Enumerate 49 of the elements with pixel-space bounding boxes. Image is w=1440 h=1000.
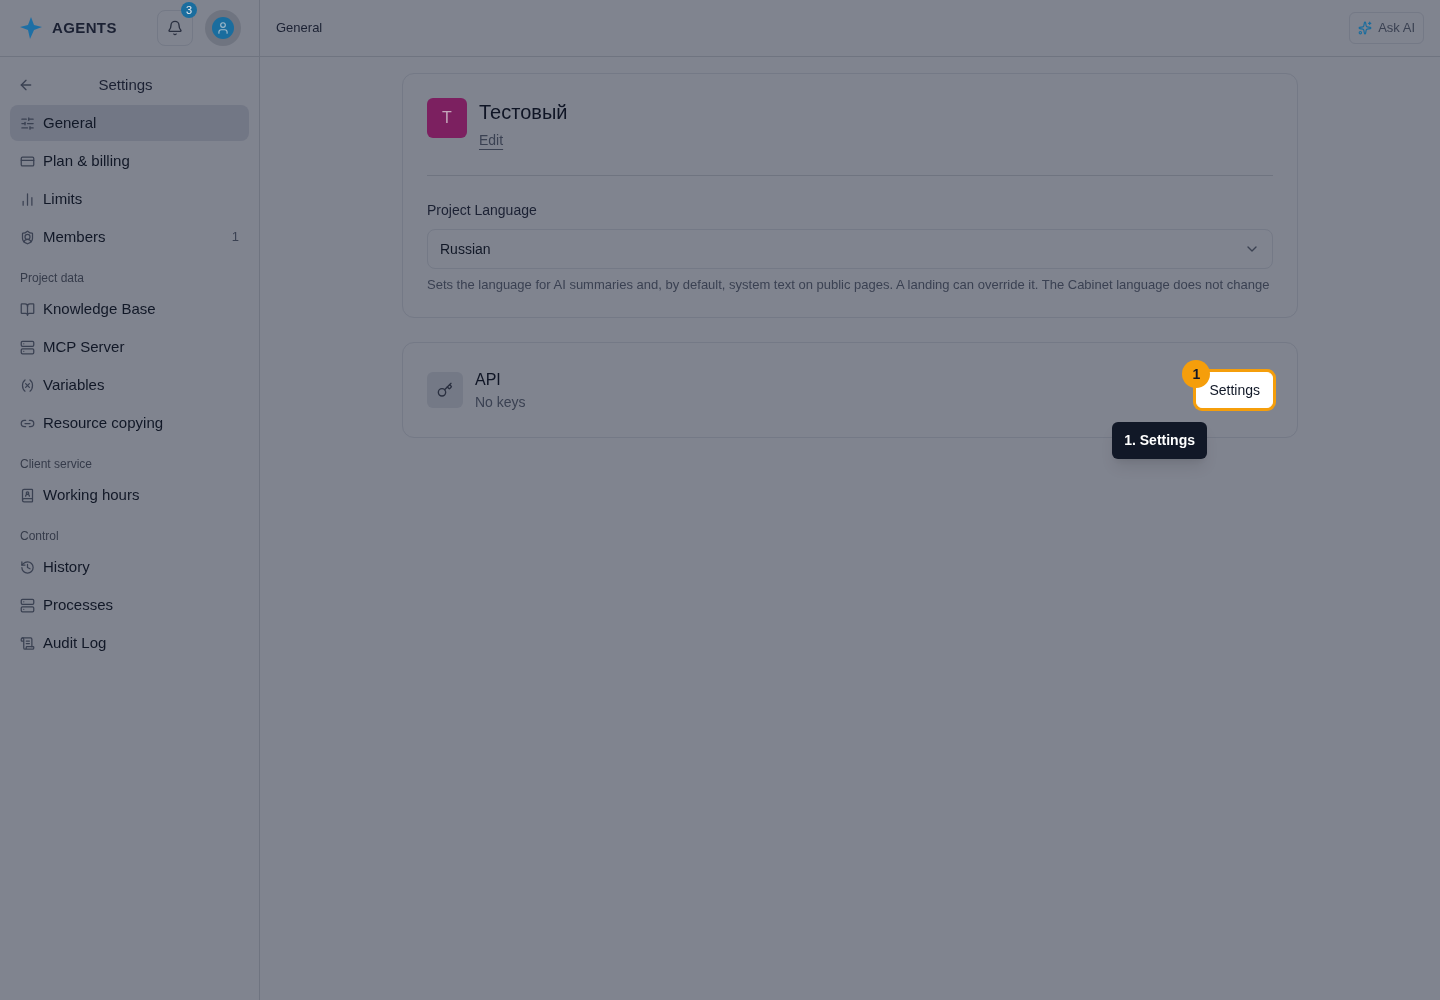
sidebar-item[interactable]: Plan & billing <box>10 143 249 179</box>
language-hint: Sets the language for AI summaries and, by default, system text on public pages. A landing can override it. The Cabinet language does not change <box>427 277 1271 293</box>
member-count: 1 <box>231 228 239 247</box>
sidebar-item[interactable]: Processes <box>10 587 249 623</box>
api-title: API <box>475 369 502 390</box>
sidebar-item[interactable]: Limits <box>10 181 249 217</box>
sidebar-item[interactable]: Members 1 <box>10 219 249 255</box>
bar-chart-icon <box>20 191 35 207</box>
tour-tooltip: 1. Settings <box>1112 422 1207 459</box>
sidebar-item[interactable]: Working hours <box>10 477 249 513</box>
server-icon <box>20 597 35 613</box>
sparkle-icon <box>1358 21 1373 35</box>
sidebar-item[interactable]: General <box>10 105 249 141</box>
ask-ai-button[interactable]: Ask AI <box>1349 12 1424 44</box>
language-select[interactable]: Russian <box>427 229 1273 269</box>
sidebar-title: Settings <box>97 74 154 95</box>
notification-badge: 3 <box>181 2 197 18</box>
step-badge: 1 <box>1182 360 1211 388</box>
api-subtitle: No keys <box>475 392 527 412</box>
history-icon <box>20 559 35 575</box>
sidebar-item[interactable]: Resource copying <box>10 405 249 441</box>
sidebar-item[interactable]: Knowledge Base <box>10 291 249 327</box>
sidebar-item[interactable]: Variables <box>10 367 249 403</box>
edit-link[interactable]: Edit <box>479 130 504 151</box>
contact-book-icon <box>20 487 35 503</box>
back-icon[interactable] <box>18 77 34 93</box>
section-heading: Control <box>19 528 60 545</box>
section-heading: Client service <box>19 456 94 473</box>
book-icon <box>20 301 35 317</box>
variable-icon <box>20 377 35 393</box>
sliders-icon <box>20 115 35 131</box>
user-icon <box>212 17 234 39</box>
language-label: Project Language <box>427 201 538 220</box>
shield-user-icon <box>20 229 35 245</box>
project-avatar: T <box>427 98 467 138</box>
card-icon <box>20 153 35 169</box>
sidebar-item[interactable]: History <box>10 549 249 585</box>
server-icon <box>20 339 35 355</box>
section-heading: Project data <box>19 270 86 287</box>
key-icon <box>427 372 463 408</box>
sidebar-item[interactable]: Audit Log <box>10 625 249 661</box>
sidebar-item[interactable]: MCP Server <box>10 329 249 365</box>
bell-icon <box>167 20 183 36</box>
logo-icon <box>18 15 44 41</box>
breadcrumb: General <box>276 19 323 38</box>
logo-text: AGENTS <box>52 17 117 38</box>
avatar-button[interactable] <box>205 10 241 46</box>
scroll-icon <box>20 635 35 651</box>
project-name: Тестовый <box>479 100 568 125</box>
